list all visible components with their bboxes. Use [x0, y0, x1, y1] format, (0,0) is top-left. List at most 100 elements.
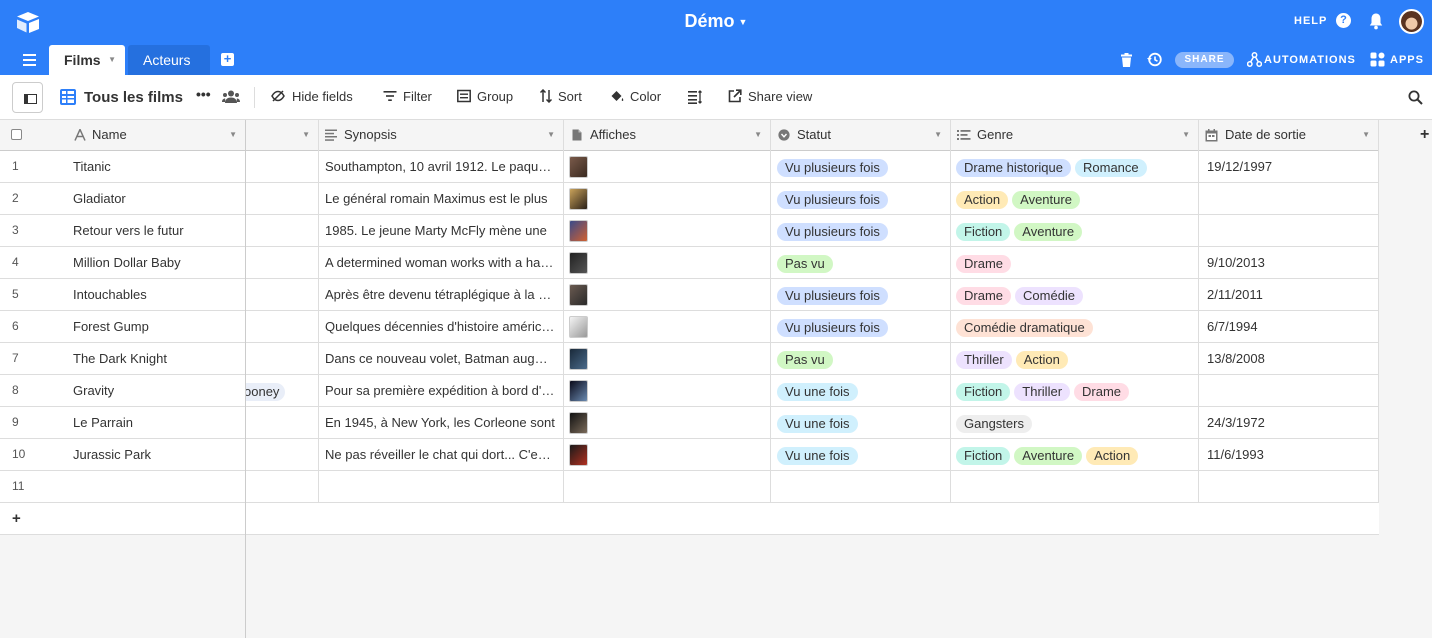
- statut-cell[interactable]: Vu une fois: [771, 439, 951, 470]
- table-row[interactable]: 9 Le Parrain: [0, 407, 245, 439]
- date-cell[interactable]: 11/6/1993: [1199, 439, 1379, 470]
- color-button[interactable]: Color: [610, 89, 661, 107]
- synopsis-cell[interactable]: Southampton, 10 avril 1912. Le paquebot: [319, 151, 564, 182]
- affiches-cell[interactable]: [564, 279, 771, 310]
- synopsis-cell[interactable]: Dans ce nouveau volet, Batman augmente: [319, 343, 564, 374]
- statut-cell[interactable]: Pas vu: [771, 343, 951, 374]
- group-button[interactable]: Group: [457, 89, 513, 107]
- tab-films-label[interactable]: Films: [64, 52, 101, 68]
- actors-cell[interactable]: [246, 407, 319, 438]
- table-row[interactable]: Ne pas réveiller le chat qui dort... C'e…: [246, 439, 1379, 471]
- statut-cell[interactable]: Vu une fois: [771, 375, 951, 406]
- tab-acteurs-label[interactable]: Acteurs: [143, 52, 190, 68]
- date-cell[interactable]: 19/12/1997: [1199, 151, 1379, 182]
- base-title-caret-icon[interactable]: ▼: [739, 17, 748, 27]
- linked-record-pill[interactable]: ooney: [246, 382, 286, 401]
- statut-cell[interactable]: Vu plusieurs fois: [771, 311, 951, 342]
- share-view-button[interactable]: Share view: [728, 89, 812, 107]
- automations-button[interactable]: AUTOMATIONS: [1264, 54, 1356, 66]
- statut-cell[interactable]: Vu une fois: [771, 407, 951, 438]
- record-name-cell[interactable]: Titanic: [73, 151, 111, 182]
- actors-cell[interactable]: [246, 247, 319, 278]
- row-height-icon[interactable]: [688, 90, 702, 104]
- automations-icon[interactable]: [1247, 52, 1262, 67]
- actors-cell[interactable]: [246, 151, 319, 182]
- date-cell[interactable]: [1199, 375, 1379, 406]
- date-cell[interactable]: 2/11/2011: [1199, 279, 1379, 310]
- help-question-icon[interactable]: ?: [1336, 13, 1351, 28]
- empty-cell[interactable]: [319, 471, 564, 502]
- affiches-cell[interactable]: [564, 407, 771, 438]
- actors-cell[interactable]: [246, 439, 319, 470]
- record-name-cell[interactable]: Intouchables: [73, 279, 147, 310]
- table-row[interactable]: 1 Titanic: [0, 151, 245, 183]
- genre-cell[interactable]: Comédie dramatique: [951, 311, 1199, 342]
- column-menu-caret-icon[interactable]: ▼: [547, 120, 555, 150]
- actors-cell[interactable]: [246, 311, 319, 342]
- synopsis-cell[interactable]: Ne pas réveiller le chat qui dort... C'e…: [319, 439, 564, 470]
- date-cell[interactable]: 13/8/2008: [1199, 343, 1379, 374]
- empty-cell[interactable]: [771, 471, 951, 502]
- statut-cell[interactable]: Vu plusieurs fois: [771, 151, 951, 182]
- column-header-affiches[interactable]: Affiches ▼: [564, 120, 771, 151]
- table-row[interactable]: Dans ce nouveau volet, Batman augmente Pa…: [246, 343, 1379, 375]
- actors-cell[interactable]: [246, 343, 319, 374]
- view-name[interactable]: Tous les films: [84, 89, 183, 106]
- history-icon[interactable]: [1147, 52, 1162, 67]
- select-all-checkbox[interactable]: [11, 129, 22, 140]
- statut-cell[interactable]: Vu plusieurs fois: [771, 183, 951, 214]
- poster-thumbnail[interactable]: [569, 188, 588, 210]
- affiches-cell[interactable]: [564, 311, 771, 342]
- record-name-cell[interactable]: Gladiator: [73, 183, 126, 214]
- table-row[interactable]: 6 Forest Gump: [0, 311, 245, 343]
- synopsis-cell[interactable]: Quelques décennies d'histoire américaine: [319, 311, 564, 342]
- hamburger-menu-icon[interactable]: [23, 54, 36, 66]
- actors-cell[interactable]: [246, 279, 319, 310]
- column-header-synopsis[interactable]: Synopsis ▼: [319, 120, 564, 151]
- table-row[interactable]: 4 Million Dollar Baby: [0, 247, 245, 279]
- synopsis-cell[interactable]: Après être devenu tétraplégique à la sui…: [319, 279, 564, 310]
- genre-cell[interactable]: Fiction Thriller Drame: [951, 375, 1199, 406]
- synopsis-cell[interactable]: Le général romain Maximus est le plus: [319, 183, 564, 214]
- poster-thumbnail[interactable]: [569, 156, 588, 178]
- date-cell[interactable]: 9/10/2013: [1199, 247, 1379, 278]
- tab-films-caret-icon[interactable]: ▼: [108, 45, 116, 75]
- add-field-icon[interactable]: +: [1420, 126, 1429, 144]
- table-row[interactable]: Après être devenu tétraplégique à la sui…: [246, 279, 1379, 311]
- trash-icon[interactable]: [1121, 53, 1132, 67]
- record-name-cell[interactable]: Le Parrain: [73, 407, 133, 438]
- column-menu-caret-icon[interactable]: ▼: [1362, 120, 1370, 150]
- affiches-cell[interactable]: [564, 183, 771, 214]
- date-cell[interactable]: 24/3/1972: [1199, 407, 1379, 438]
- synopsis-cell[interactable]: Pour sa première expédition à bord d'une: [319, 375, 564, 406]
- table-row[interactable]: ooney Pour sa première expédition à bord …: [246, 375, 1379, 407]
- column-header-statut[interactable]: Statut ▼: [771, 120, 951, 151]
- apps-icon[interactable]: [1370, 52, 1385, 67]
- empty-cell[interactable]: [564, 471, 771, 502]
- table-row[interactable]: 1985. Le jeune Marty McFly mène une Vu pl…: [246, 215, 1379, 247]
- table-row[interactable]: 8 Gravity: [0, 375, 245, 407]
- record-name-cell[interactable]: Retour vers le futur: [73, 215, 184, 246]
- add-row-area[interactable]: [246, 503, 1379, 535]
- date-cell[interactable]: 6/7/1994: [1199, 311, 1379, 342]
- table-row[interactable]: 3 Retour vers le futur: [0, 215, 245, 247]
- table-row[interactable]: En 1945, à New York, les Corleone sont Vu…: [246, 407, 1379, 439]
- poster-thumbnail[interactable]: [569, 444, 588, 466]
- synopsis-cell[interactable]: 1985. Le jeune Marty McFly mène une: [319, 215, 564, 246]
- user-avatar[interactable]: [1399, 9, 1424, 34]
- table-row[interactable]: Southampton, 10 avril 1912. Le paquebot V…: [246, 151, 1379, 183]
- column-header-name[interactable]: Name ▼: [0, 120, 245, 151]
- tab-acteurs[interactable]: Acteurs: [128, 45, 210, 75]
- share-button[interactable]: SHARE: [1175, 52, 1234, 68]
- column-header-actors[interactable]: ▼: [246, 120, 319, 151]
- actors-cell[interactable]: [246, 183, 319, 214]
- genre-cell[interactable]: Gangsters: [951, 407, 1199, 438]
- filter-button[interactable]: Filter: [383, 89, 432, 107]
- affiches-cell[interactable]: [564, 439, 771, 470]
- actors-cell[interactable]: [246, 215, 319, 246]
- base-title-label[interactable]: Démo: [685, 11, 735, 31]
- tab-films[interactable]: Films ▼: [49, 45, 125, 75]
- record-name-cell[interactable]: Million Dollar Baby: [73, 247, 181, 278]
- column-header-genre[interactable]: Genre ▼: [951, 120, 1199, 151]
- sidebar-toggle-button[interactable]: [12, 82, 43, 113]
